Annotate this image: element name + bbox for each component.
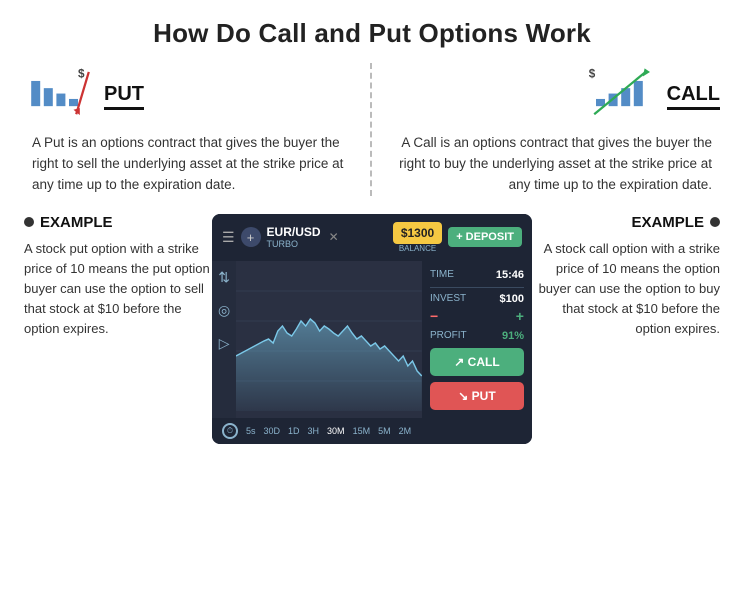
- trading-widget-area: ☰ + EUR/USD TURBO ✕ $1300 BALANCE + DEPO…: [212, 214, 532, 444]
- timeframe-30d[interactable]: 30D: [264, 426, 281, 436]
- put-label: PUT: [104, 83, 144, 110]
- call-example-label-row: EXAMPLE: [631, 214, 720, 231]
- put-example-label: EXAMPLE: [40, 214, 113, 231]
- put-section: $ PUT A Put is an options contract that …: [24, 63, 372, 196]
- call-example-text: A stock call option with a strike price …: [532, 239, 720, 340]
- profit-row: PROFIT 91%: [430, 330, 524, 342]
- chart-area: [236, 261, 422, 411]
- call-example-dot: [710, 217, 720, 227]
- timeframe-15m[interactable]: 15M: [353, 426, 371, 436]
- time-row: TIME 15:46: [430, 269, 524, 281]
- right-panel: TIME 15:46 INVEST $100 − +: [422, 261, 532, 418]
- timer-icon: ⏱: [222, 423, 238, 439]
- put-label-box: PUT: [104, 83, 144, 106]
- invest-row: INVEST $100: [430, 293, 524, 305]
- widget-topbar: ☰ + EUR/USD TURBO ✕ $1300 BALANCE + DEPO…: [212, 214, 532, 261]
- search-icon[interactable]: ◎: [218, 302, 230, 319]
- put-example: EXAMPLE A stock put option with a strike…: [24, 214, 212, 340]
- call-section: CALL $ A Call is an options contract tha…: [372, 63, 720, 196]
- bottom-row: EXAMPLE A stock put option with a strike…: [24, 214, 720, 444]
- profit-value: 91%: [502, 330, 524, 342]
- put-example-dot: [24, 217, 34, 227]
- timeframe-5m[interactable]: 5M: [378, 426, 391, 436]
- page-title: How Do Call and Put Options Work: [24, 18, 720, 49]
- timeframe-3h[interactable]: 3H: [308, 426, 320, 436]
- left-toolbar: ⇅ ◎ ▷: [212, 261, 236, 418]
- add-button[interactable]: +: [241, 227, 261, 247]
- timeframe-5s[interactable]: 5s: [246, 426, 256, 436]
- invest-label: INVEST: [430, 293, 466, 304]
- put-button[interactable]: ↘ PUT: [430, 382, 524, 410]
- timeframe-1d[interactable]: 1D: [288, 426, 300, 436]
- svg-text:$: $: [588, 67, 595, 80]
- invest-value: $100: [500, 293, 524, 305]
- balance-label: BALANCE: [399, 244, 436, 253]
- put-example-label-row: EXAMPLE: [24, 214, 113, 231]
- put-example-text: A stock put option with a strike price o…: [24, 239, 212, 340]
- pair-subtype: TURBO: [267, 239, 321, 249]
- call-example-label: EXAMPLE: [631, 214, 704, 231]
- play-icon[interactable]: ▷: [219, 335, 230, 352]
- balance-display: $1300: [393, 222, 442, 244]
- currency-pair: EUR/USD: [267, 225, 321, 239]
- invest-minus-button[interactable]: −: [430, 308, 438, 324]
- call-example: EXAMPLE A stock call option with a strik…: [532, 214, 720, 340]
- top-row: $ PUT A Put is an options contract that …: [24, 63, 720, 196]
- call-chart-icon: $: [587, 63, 659, 125]
- close-icon[interactable]: ✕: [329, 230, 339, 244]
- svg-text:$: $: [78, 67, 85, 80]
- pair-info: EUR/USD TURBO: [267, 225, 321, 249]
- timeframe-2m[interactable]: 2M: [399, 426, 412, 436]
- timeframe-30m[interactable]: 30M: [327, 426, 345, 436]
- put-chart-icon: $: [24, 63, 96, 125]
- invest-plus-button[interactable]: +: [516, 308, 524, 324]
- put-description: A Put is an options contract that gives …: [24, 133, 354, 196]
- call-label: CALL: [667, 83, 720, 110]
- clock-icon: ⏱: [227, 426, 233, 436]
- price-chart: [236, 261, 422, 411]
- page-container: How Do Call and Put Options Work $: [0, 0, 744, 602]
- arrows-icon[interactable]: ⇅: [218, 269, 230, 286]
- time-value: 15:46: [496, 269, 524, 281]
- widget-body: ⇅ ◎ ▷: [212, 261, 532, 418]
- trading-widget: ☰ + EUR/USD TURBO ✕ $1300 BALANCE + DEPO…: [212, 214, 532, 444]
- call-button[interactable]: ↗ CALL: [430, 348, 524, 376]
- time-label: TIME: [430, 269, 454, 280]
- timebar: ⏱ 5s 30D 1D 3H 30M 15M 5M 2M: [212, 418, 532, 444]
- menu-icon[interactable]: ☰: [222, 229, 235, 246]
- deposit-button[interactable]: + DEPOSIT: [448, 227, 522, 247]
- invest-section: INVEST $100 − +: [430, 287, 524, 324]
- call-label-row: CALL $: [587, 63, 720, 125]
- profit-label: PROFIT: [430, 330, 467, 342]
- call-description: A Call is an options contract that gives…: [388, 133, 720, 196]
- put-label-row: $ PUT: [24, 63, 144, 125]
- call-label-box: CALL: [667, 83, 720, 106]
